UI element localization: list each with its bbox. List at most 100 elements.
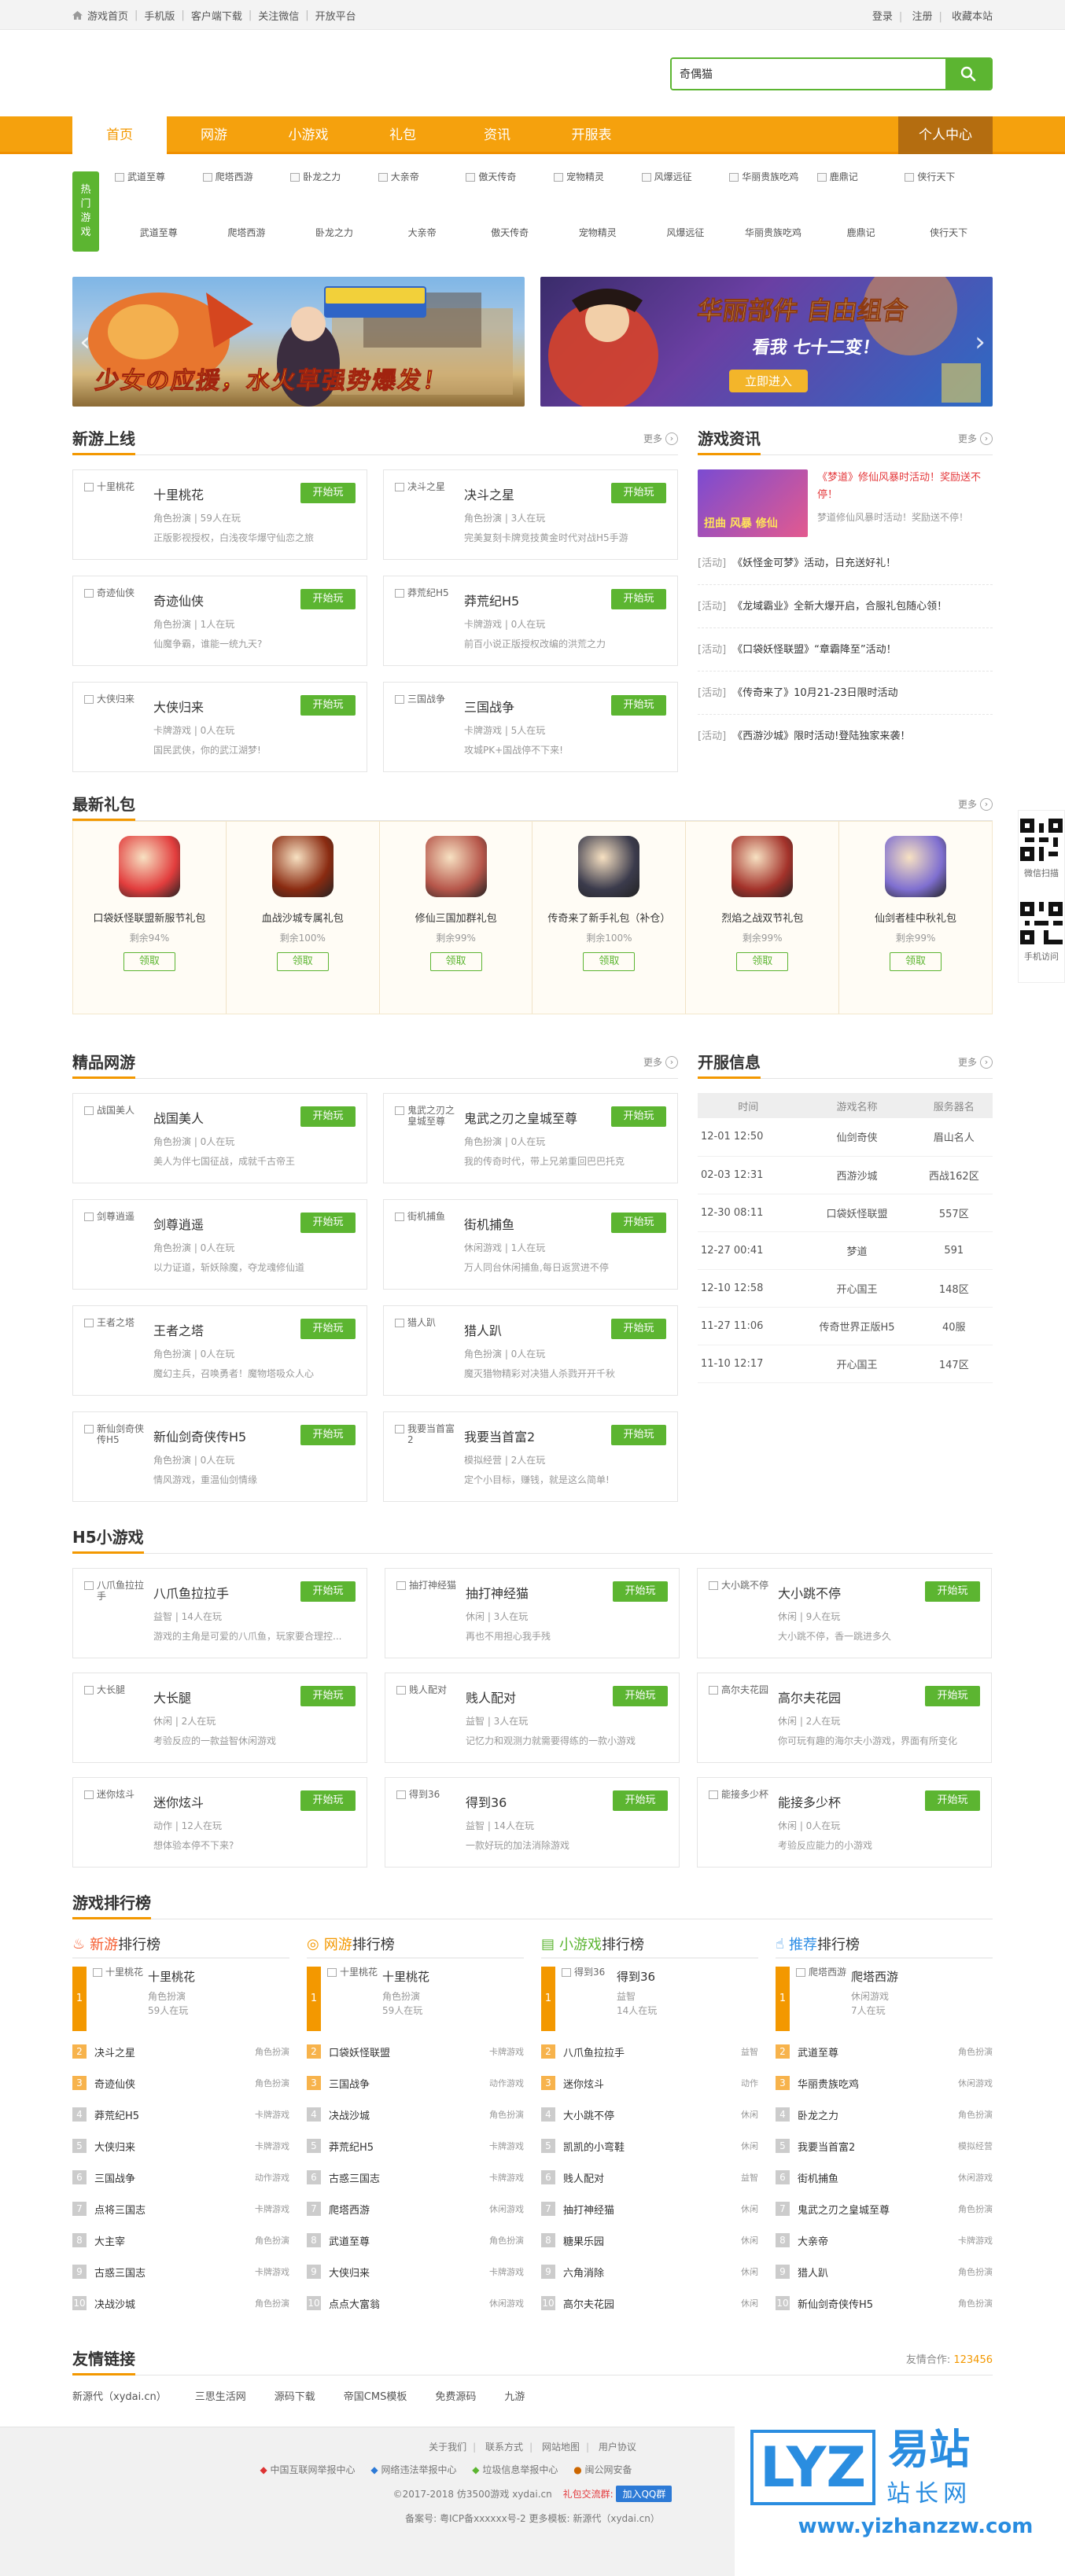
game-thumbnail[interactable]: 我要当首富2 [395, 1423, 458, 1490]
rank-game-name[interactable]: 大亲帝 [798, 2233, 958, 2248]
rank-game-name[interactable]: 点点大富翁 [329, 2296, 489, 2311]
rank-item[interactable]: 2 八爪鱼拉拉手 益智 [541, 2036, 758, 2067]
friend-link[interactable]: 帝国CMS模板 [344, 2388, 407, 2403]
rank-item[interactable]: 6 贱人配对 益智 [541, 2162, 758, 2193]
hot-game-link[interactable]: 侠行天下 [905, 171, 993, 210]
top-link-home[interactable]: 游戏首页 [87, 8, 128, 23]
rank-game-name[interactable]: 古惑三国志 [329, 2170, 489, 2185]
hot-game-link[interactable]: 卧龙之力 [290, 226, 378, 266]
game-thumbnail[interactable]: 鬼武之刃之皇城至尊 [395, 1105, 458, 1172]
rank-item[interactable]: 4 决战沙城 角色扮演 [307, 2099, 524, 2130]
play-button[interactable]: 开始玩 [300, 1106, 356, 1127]
rank-item[interactable]: 2 决斗之星 角色扮演 [72, 2036, 289, 2067]
game-card[interactable]: 我要当首富2 我要当首富2 模拟经营 | 2人在玩 定个小目标，赚钱，就是这么简单! 开… [383, 1411, 678, 1502]
nav-home[interactable]: 首页 [72, 116, 167, 157]
search-input[interactable] [672, 59, 945, 89]
rank-game-name[interactable]: 奇迹仙侠 [94, 2076, 255, 2091]
friend-link[interactable]: 九游 [504, 2388, 525, 2403]
news-featured-title[interactable]: 《梦道》修仙风暴时活动！奖励送不停！ [817, 469, 993, 504]
game-card[interactable]: 大长腿 大长腿 休闲 | 2人在玩 考验反应的一款益智休闲游戏 开始玩 [72, 1673, 367, 1763]
friend-link[interactable]: 免费源码 [435, 2388, 476, 2403]
news-featured[interactable]: 扭曲 风暴 修仙 《梦道》修仙风暴时活动！奖励送不停！ 梦道修仙风暴时活动！奖励… [698, 469, 993, 537]
rank-item[interactable]: 10 新仙剑奇侠传H5 角色扮演 [776, 2287, 993, 2319]
footer-link-agreement[interactable]: 用户协议 [599, 2442, 636, 2453]
rank-game-name[interactable]: 古惑三国志 [94, 2265, 255, 2280]
hot-game-link[interactable]: 风爆远征 [641, 171, 730, 210]
play-button[interactable]: 开始玩 [613, 1686, 668, 1706]
play-button[interactable]: 开始玩 [300, 1319, 356, 1339]
gift-game-icon[interactable] [425, 836, 487, 897]
rank-item[interactable]: 6 街机捕鱼 休闲游戏 [776, 2162, 993, 2193]
server-row[interactable]: 12-01 12:50 仙剑奇侠 眉山名人 [698, 1118, 993, 1157]
game-thumbnail[interactable]: 奇迹仙侠 [84, 587, 147, 654]
footer-link-contact[interactable]: 联系方式 [485, 2442, 523, 2453]
game-thumbnail[interactable]: 得到36 [562, 1967, 612, 2031]
rank-item[interactable]: 3 华丽贵族吃鸡 休闲游戏 [776, 2067, 993, 2099]
nav-personal-center[interactable]: 个人中心 [898, 116, 993, 154]
more-link[interactable]: 更多 › [643, 432, 678, 445]
rank-game-name[interactable]: 新仙剑奇侠传H5 [798, 2296, 958, 2311]
rank-game-name[interactable]: 我要当首富2 [798, 2139, 958, 2154]
game-thumbnail[interactable]: 十里桃花 [93, 1967, 143, 2031]
game-thumbnail[interactable]: 猎人趴 [395, 1317, 458, 1384]
play-button[interactable]: 开始玩 [300, 1686, 356, 1706]
server-row[interactable]: 12-30 08:11 口袋妖怪联盟 557区 [698, 1194, 993, 1232]
friend-link[interactable]: 源码下载 [275, 2388, 315, 2403]
game-name[interactable]: 十里桃花 [148, 1968, 195, 1985]
search-button[interactable] [945, 59, 991, 89]
game-card[interactable]: 大小跳不停 大小跳不停 休闲 | 9人在玩 大小跳不停，香一跳进多久 开始玩 [697, 1568, 992, 1658]
claim-gift-button[interactable]: 领取 [736, 952, 789, 971]
footer-link-sitemap[interactable]: 网站地图 [542, 2442, 580, 2453]
gift-name[interactable]: 烈焰之战双节礼包 [686, 910, 838, 925]
hot-game-link[interactable]: 大亲帝 [378, 226, 466, 266]
game-card[interactable]: 鬼武之刃之皇城至尊 鬼武之刃之皇城至尊 角色扮演 | 0人在玩 我的传奇时代，带上兄弟… [383, 1093, 678, 1183]
rank-game-name[interactable]: 武道至尊 [329, 2233, 489, 2248]
banner-right-button[interactable]: 立即进入 [729, 370, 809, 392]
rank-game-name[interactable]: 八爪鱼拉拉手 [563, 2044, 741, 2059]
bookmark-link[interactable]: 收藏本站 [952, 11, 993, 23]
nav-servers[interactable]: 开服表 [544, 116, 639, 154]
rank-item[interactable]: 4 卧龙之力 角色扮演 [776, 2099, 993, 2130]
game-thumbnail[interactable]: 得到36 [396, 1789, 459, 1856]
game-card[interactable]: 得到36 得到36 益智 | 14人在玩 一款好玩的加法消除游戏 开始玩 [385, 1777, 680, 1868]
nav-online[interactable]: 网游 [167, 116, 261, 154]
gift-name[interactable]: 传奇来了新手礼包（补仓） [532, 910, 685, 925]
rank-item[interactable]: 8 武道至尊 角色扮演 [307, 2225, 524, 2256]
game-thumbnail[interactable]: 大侠归来 [84, 694, 147, 760]
rank-item[interactable]: 8 大主宰 角色扮演 [72, 2225, 289, 2256]
hot-game-link[interactable]: 鹿鼎记 [817, 226, 905, 266]
rank-item[interactable]: 4 莽荒纪H5 卡牌游戏 [72, 2099, 289, 2130]
hot-game-link[interactable]: 风爆远征 [642, 226, 730, 266]
game-name[interactable]: 爬塔西游 [851, 1968, 898, 1985]
game-thumbnail[interactable]: 王者之塔 [84, 1317, 147, 1384]
rank-game-name[interactable]: 六角消除 [563, 2265, 741, 2280]
play-button[interactable]: 开始玩 [611, 1213, 666, 1233]
game-card[interactable]: 决斗之星 决斗之星 角色扮演 | 3人在玩 完美复刻卡牌竞技黄金时代对战H5手游 开始玩 [383, 469, 678, 560]
hot-game-link[interactable]: 武道至尊 [115, 171, 203, 210]
rank-game-name[interactable]: 大小跳不停 [563, 2107, 741, 2122]
game-thumbnail[interactable]: 迷你炫斗 [84, 1789, 147, 1856]
game-thumbnail[interactable]: 战国美人 [84, 1105, 147, 1172]
gift-game-icon[interactable] [731, 836, 794, 897]
play-button[interactable]: 开始玩 [613, 1581, 668, 1602]
game-thumbnail[interactable]: 决斗之星 [395, 481, 458, 548]
rank-item[interactable]: 3 迷你炫斗 动作 [541, 2067, 758, 2099]
game-card[interactable]: 抽打神经猫 抽打神经猫 休闲 | 3人在玩 再也不用担心我手残 开始玩 [385, 1568, 680, 1658]
claim-gift-button[interactable]: 领取 [123, 952, 175, 971]
game-thumbnail[interactable]: 大长腿 [84, 1684, 147, 1751]
game-thumbnail[interactable]: 三国战争 [395, 694, 458, 760]
rank-game-name[interactable]: 三国战争 [94, 2170, 255, 2185]
game-card[interactable]: 高尔夫花园 高尔夫花园 休闲 | 2人在玩 你可玩有趣的海尔夫小游戏，界面有所变化 开始… [697, 1673, 992, 1763]
rank-game-name[interactable]: 卧龙之力 [798, 2107, 958, 2122]
hot-game-link[interactable]: 爬塔西游 [203, 226, 291, 266]
gift-game-icon[interactable] [271, 836, 334, 897]
rank-game-name[interactable]: 爬塔西游 [329, 2202, 489, 2217]
play-button[interactable]: 开始玩 [925, 1686, 980, 1706]
nav-news[interactable]: 资讯 [450, 116, 544, 154]
server-row[interactable]: 02-03 12:31 西游沙城 西战162区 [698, 1156, 993, 1194]
game-thumbnail[interactable]: 街机捕鱼 [395, 1211, 458, 1278]
game-thumbnail[interactable]: 大小跳不停 [709, 1580, 772, 1647]
news-title[interactable]: 《传奇来了》10月21-23日限时活动 [732, 687, 897, 699]
play-button[interactable]: 开始玩 [300, 589, 356, 609]
rank-item[interactable]: 9 六角消除 休闲 [541, 2256, 758, 2287]
